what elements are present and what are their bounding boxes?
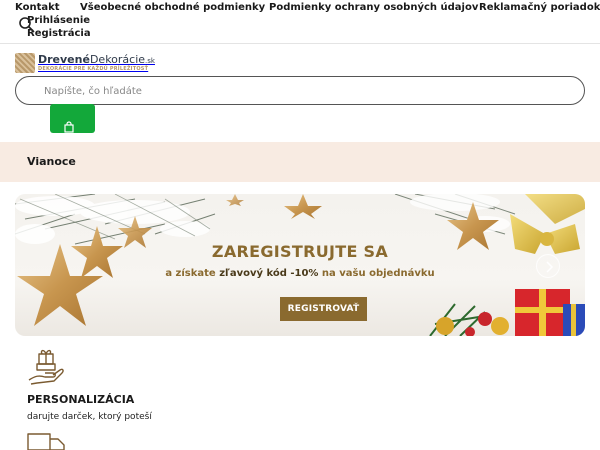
logo-tagline: DEKORÁCIE PRE KAŽDÚ PRÍLEŽITOSŤ <box>38 66 149 72</box>
top-links-bar: Kontakt Všeobecné obchodné podmienky Pod… <box>0 0 600 44</box>
promo-banner[interactable]: ZAREGISTRUJTE SA a získate zľavový kód -… <box>15 194 585 336</box>
feature-personalizacia: PERSONALIZÁCIA darujte darček, ktorý pot… <box>27 348 152 422</box>
register-button[interactable]: REGISTROVAŤ <box>280 297 367 321</box>
feature-title: PERSONALIZÁCIA <box>27 393 135 406</box>
cart-button[interactable] <box>50 104 95 133</box>
site-logo[interactable]: DrevenéDekorácie.sk DEKORÁCIE PRE KAŽDÚ … <box>15 52 155 74</box>
link-kontakt[interactable]: Kontakt <box>15 2 60 13</box>
link-reklamacny-poriadok[interactable]: Reklamačný poriadok <box>479 2 600 13</box>
logo-title: DrevenéDekorácie.sk <box>38 53 155 66</box>
gift-hand-icon <box>28 349 64 385</box>
shopping-bag-icon <box>64 121 74 133</box>
link-registracia[interactable]: Registrácia <box>27 28 91 39</box>
banner-title: ZAREGISTRUJTE SA <box>211 242 389 261</box>
link-obchodne-podmienky[interactable]: Všeobecné obchodné podmienky <box>80 2 265 13</box>
chevron-right-icon <box>546 261 554 273</box>
category-nav: Vianoce <box>0 142 600 182</box>
delivery-truck-icon <box>27 433 65 450</box>
wood-texture-logo-icon <box>15 53 35 73</box>
banner-subtitle: a získate zľavový kód -10% na vašu objed… <box>165 268 435 279</box>
link-ochrana-udajov[interactable]: Podmienky ochrany osobných údajov <box>269 2 478 13</box>
carousel-next-button[interactable] <box>536 254 560 278</box>
search-icon[interactable] <box>18 16 36 34</box>
search-bar <box>15 76 585 105</box>
feature-description: darujte darček, ktorý poteší <box>27 412 152 422</box>
feature-delivery <box>27 430 65 450</box>
link-prihlasenie[interactable]: Prihlásenie <box>27 15 90 26</box>
category-vianoce[interactable]: Vianoce <box>27 155 76 168</box>
search-input[interactable] <box>44 83 564 99</box>
